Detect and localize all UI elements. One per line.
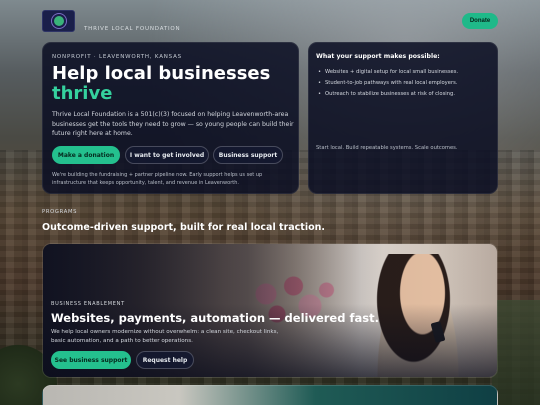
business-support-button[interactable]: Business support [213,146,283,164]
list-item: Student-to-job pathways with real local … [318,78,458,89]
hero-kicker: NONPROFIT · LEAVENWORTH, KANSAS [52,54,182,60]
list-item: Outreach to stabilize businesses at risk… [318,89,458,100]
logo-mark [53,16,64,26]
hero-title: Help local businesses [52,63,271,84]
support-card: What your support makes possible: Websit… [308,42,498,194]
get-involved-button[interactable]: I want to get involved [125,146,209,164]
list-item: Websites + digital setup for local small… [318,67,458,78]
hero-title-accent: thrive [52,83,113,104]
hero-note: We're building the fundraising + partner… [52,172,263,186]
site-header: THRIVE LOCAL FOUNDATION Donate [0,0,540,40]
make-donation-button[interactable]: Make a donation [52,146,120,164]
business-description: We help local owners modernize without o… [51,329,279,344]
next-program-card [42,385,498,405]
see-business-support-button[interactable]: See business support [51,351,131,369]
background-tree [492,300,540,405]
business-kicker: BUSINESS ENABLEMENT [51,301,125,307]
hero-description: Thrive Local Foundation is a 501(c)(3) f… [52,111,294,138]
business-title: Websites, payments, automation — deliver… [51,311,379,325]
request-help-button[interactable]: Request help [136,351,194,369]
programs-kicker: PROGRAMS [42,209,78,215]
donate-button[interactable]: Donate [462,13,498,29]
programs-title: Outcome-driven support, built for real l… [42,222,325,233]
brand-name[interactable]: THRIVE LOCAL FOUNDATION [84,26,180,32]
thrive-logo-icon[interactable] [42,10,75,32]
support-title: What your support makes possible: [316,53,440,60]
business-enablement-card: BUSINESS ENABLEMENT Websites, payments, … [42,243,498,378]
support-list: Websites + digital setup for local small… [318,67,458,100]
support-footer: Start local. Build repeatable systems. S… [316,145,458,151]
hero-card: NONPROFIT · LEAVENWORTH, KANSAS Help loc… [42,42,299,194]
